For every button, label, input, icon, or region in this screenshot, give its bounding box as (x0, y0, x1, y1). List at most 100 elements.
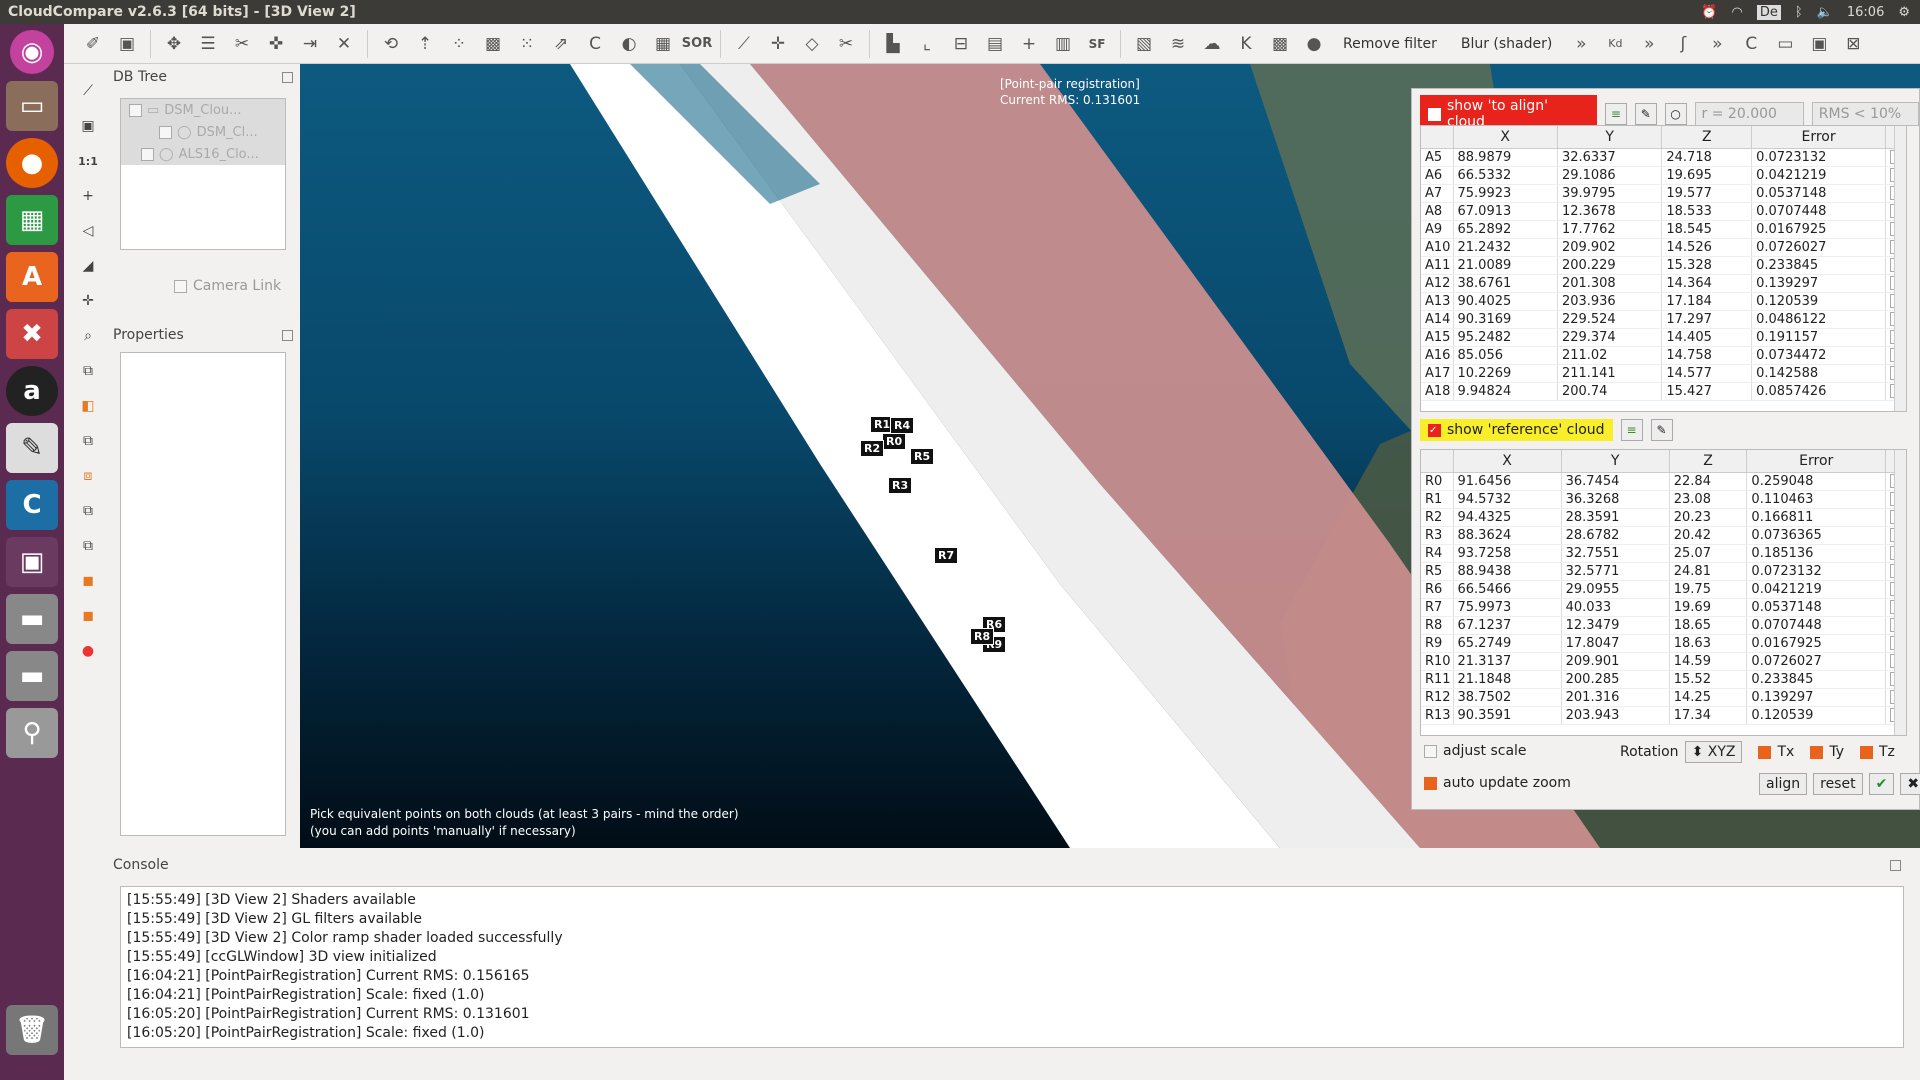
table-row[interactable]: R1121.1848200.28515.520.233845× (1421, 670, 1906, 689)
tree-checkbox[interactable] (159, 125, 172, 139)
radius-spinbox[interactable]: r = 20.000 (1694, 102, 1804, 126)
sphere-icon[interactable]: ● (1299, 29, 1329, 59)
layers-icon[interactable]: ≡ (1620, 419, 1643, 441)
table-row[interactable]: A666.533229.108619.6950.0421219× (1421, 166, 1906, 185)
table-row[interactable]: A1238.6761201.30814.3640.139297× (1421, 274, 1906, 293)
align-icon[interactable]: ⟲ (376, 29, 406, 59)
back-view-icon[interactable]: ◼ (75, 603, 101, 629)
table-row[interactable]: R1021.3137209.90114.590.0726027× (1421, 652, 1906, 671)
picking-icon[interactable]: ⟋ (75, 78, 101, 104)
clock[interactable]: 16:06 (1847, 5, 1884, 20)
tz-checkbox[interactable] (1859, 745, 1873, 759)
table-row[interactable]: R588.943832.577124.810.0723132× (1421, 562, 1906, 581)
curve-icon[interactable]: ʃ (1668, 29, 1698, 59)
compute-icon[interactable]: ▥ (1048, 29, 1078, 59)
noise-icon[interactable]: ⁙ (512, 29, 542, 59)
table-row[interactable]: A965.289217.776218.5450.0167925× (1421, 220, 1906, 239)
list-icon[interactable]: ☰ (193, 29, 223, 59)
table-row[interactable]: A1121.0089200.22915.3280.233845× (1421, 256, 1906, 275)
table-row[interactable]: R294.432528.359120.230.166811× (1421, 508, 1906, 527)
tree-item[interactable]: ▭ DSM_Clou... (121, 99, 285, 121)
screenshot-icon[interactable]: ▧ (1129, 29, 1159, 59)
dock-float-icon[interactable] (282, 330, 293, 341)
keyboard-layout[interactable]: De (1756, 4, 1781, 20)
auto-zoom-checkbox[interactable] (1424, 776, 1437, 790)
transform-icon[interactable]: ✥ (159, 29, 189, 59)
drive2-icon[interactable]: ▬ (6, 651, 58, 701)
c2c-icon[interactable]: C (580, 29, 610, 59)
sor-icon[interactable]: SOR (682, 29, 712, 59)
rotate-icon[interactable]: ◁ (75, 218, 101, 244)
table-row[interactable]: R194.573236.326823.080.110463× (1421, 490, 1906, 509)
wifi-icon[interactable]: ◠ (1732, 5, 1743, 20)
ty-checkbox[interactable] (1810, 745, 1824, 759)
kd-tree-icon[interactable]: Kd (1600, 29, 1630, 59)
hpr-icon[interactable]: ▩ (1265, 29, 1295, 59)
cancel-icon[interactable]: ✖ (1900, 773, 1920, 795)
sf-icon[interactable]: SF (1082, 29, 1112, 59)
shader-icon[interactable]: ≋ (1163, 29, 1193, 59)
color-icon[interactable]: ◐ (614, 29, 644, 59)
tx-checkbox[interactable] (1758, 745, 1772, 759)
zoom-1-1-icon[interactable]: 1:1 (75, 148, 101, 174)
chevron-right-icon[interactable]: » (1634, 29, 1664, 59)
chevron-right-icon[interactable]: » (1702, 29, 1732, 59)
pick-icon[interactable]: ✜ (261, 29, 291, 59)
plugin-icon[interactable]: K (1231, 29, 1261, 59)
tree-checkbox[interactable] (141, 147, 154, 161)
filter-icon[interactable]: ⊟ (946, 29, 976, 59)
table-row[interactable]: R1390.3591203.94317.340.120539× (1421, 706, 1906, 725)
camera-link-toggle[interactable]: Camera Link (174, 278, 281, 294)
view-top-icon[interactable]: ⧉ (75, 358, 101, 384)
view-left-icon[interactable]: ⧉ (75, 428, 101, 454)
save-icon[interactable]: ▣ (112, 29, 142, 59)
alarm-icon[interactable]: ⏰ (1701, 5, 1717, 20)
amazon-icon[interactable]: a (6, 366, 58, 416)
rms-filter-spinbox[interactable]: RMS < 10% (1811, 102, 1919, 126)
add-icon[interactable]: + (1014, 29, 1044, 59)
table-row[interactable]: R666.546629.095519.750.0421219× (1421, 580, 1906, 599)
close-icon[interactable]: ✕ (329, 29, 359, 59)
pencil-icon[interactable]: ✎ (1650, 419, 1673, 441)
stats-icon[interactable]: ⌞ (912, 29, 942, 59)
front-view-icon[interactable]: ◼ (75, 568, 101, 594)
sphere-toggle-icon[interactable]: ○ (1664, 103, 1687, 125)
view-right-icon[interactable]: ⧈ (75, 463, 101, 489)
table-row[interactable]: R965.274917.804718.630.0167925× (1421, 634, 1906, 653)
view-front-icon[interactable]: ◧ (75, 393, 101, 419)
blur-shader-button[interactable]: Blur (shader) (1451, 36, 1563, 52)
point-label[interactable]: R3 (888, 477, 913, 494)
tree-item[interactable]: ◯ DSM_Cl... (121, 121, 285, 143)
workspace-icon[interactable]: ▣ (6, 537, 58, 587)
perspective-icon[interactable]: ◢ (75, 253, 101, 279)
align-button[interactable]: align (1759, 773, 1808, 795)
ubuntu-icon[interactable]: ◉ (10, 30, 54, 74)
dock-float-icon[interactable] (282, 72, 293, 83)
plane-icon[interactable]: ◇ (797, 29, 827, 59)
tree-item[interactable]: ◯ ALS16_Clo... (121, 143, 285, 165)
table-row[interactable]: R775.997340.03319.690.0537148× (1421, 598, 1906, 617)
mesh-icon[interactable]: ▩ (478, 29, 508, 59)
adjust-scale-checkbox[interactable] (1424, 744, 1437, 758)
merge-icon[interactable]: ⇥ (295, 29, 325, 59)
grid-icon[interactable]: ▦ (648, 29, 678, 59)
table-row[interactable]: A775.992339.979519.5770.0537148× (1421, 184, 1906, 203)
chevron-right-icon[interactable]: » (1566, 29, 1596, 59)
dock-float-icon[interactable] (1890, 860, 1901, 871)
remove-filter-button[interactable]: Remove filter (1333, 36, 1447, 52)
table-row[interactable]: A1595.2482229.37414.4050.191157× (1421, 328, 1906, 347)
files-icon[interactable]: ▭ (6, 81, 58, 131)
trash-icon[interactable]: 🗑 (6, 1005, 58, 1055)
point-label[interactable]: R8 (970, 628, 995, 645)
vertical-scrollbar[interactable] (1894, 450, 1906, 735)
camera-link-checkbox[interactable] (174, 279, 187, 293)
close-window-icon[interactable]: ⊠ (1838, 29, 1868, 59)
light-icon[interactable]: ☁ (1197, 29, 1227, 59)
table-row[interactable]: R493.725832.755125.070.185136× (1421, 544, 1906, 563)
minimize-icon[interactable]: ▭ (1770, 29, 1800, 59)
tree-checkbox[interactable] (129, 103, 142, 117)
point-label[interactable]: R0 (882, 433, 907, 450)
table-row[interactable]: A867.091312.367818.5330.0707448× (1421, 202, 1906, 221)
power-icon[interactable]: ⚙ (1898, 5, 1910, 20)
volume-icon[interactable]: 🔈 (1817, 5, 1833, 20)
